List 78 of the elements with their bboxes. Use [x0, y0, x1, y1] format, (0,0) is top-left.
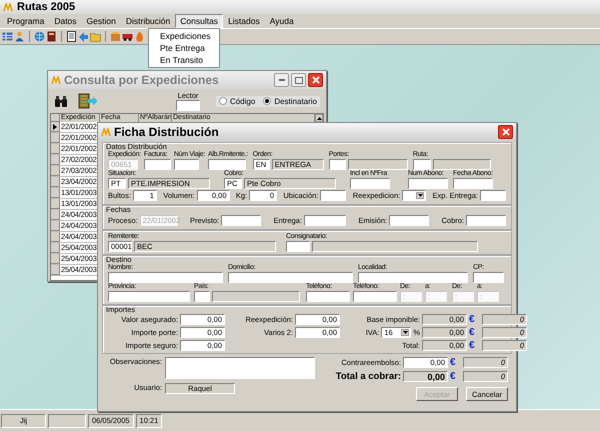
book-icon[interactable] — [46, 31, 57, 42]
maximize-icon — [294, 76, 302, 84]
input-field[interactable] — [228, 272, 353, 283]
caret-icon — [402, 331, 408, 334]
window-title: Consulta por Expediciones — [64, 73, 219, 87]
currency-symbol: € — [469, 340, 476, 350]
code-field[interactable] — [286, 241, 310, 252]
close-icon — [312, 76, 320, 84]
input-field[interactable] — [108, 291, 190, 302]
radio-option[interactable]: Destinatario — [263, 96, 317, 106]
notes-field[interactable] — [165, 357, 315, 379]
menu-item[interactable]: Distribución — [120, 14, 176, 28]
menu-item[interactable]: Listados — [223, 14, 265, 28]
input-field[interactable] — [108, 272, 223, 283]
close-button[interactable] — [498, 125, 513, 139]
input-field[interactable] — [176, 100, 200, 111]
row-pointer-icon — [53, 124, 57, 130]
menu-item[interactable]: Consultas — [175, 14, 224, 28]
input-field[interactable] — [306, 291, 350, 302]
window-title: Rutas 2005 — [17, 1, 76, 13]
input-field[interactable] — [473, 272, 504, 283]
document-icon[interactable] — [66, 31, 77, 42]
radio-button[interactable] — [263, 97, 272, 105]
amount-field: 0,00 — [403, 371, 448, 382]
input-field[interactable] — [208, 159, 246, 170]
dropdown-button[interactable] — [416, 192, 424, 199]
menu-option[interactable]: Expediciones — [149, 30, 219, 42]
input-field[interactable] — [174, 159, 199, 170]
currency-symbol: € — [469, 328, 476, 338]
close-icon — [502, 128, 510, 136]
logo-icon — [3, 2, 13, 12]
globe-icon[interactable] — [34, 31, 45, 42]
minimize-icon — [278, 79, 284, 81]
description-field — [348, 159, 408, 170]
input-field[interactable] — [453, 178, 493, 189]
input-field[interactable] — [221, 215, 262, 226]
menu-option[interactable]: Pte Entrega — [149, 42, 219, 54]
menu-item[interactable]: Datos — [49, 14, 82, 28]
dropdown-button[interactable] — [401, 329, 410, 336]
row-selector[interactable] — [51, 122, 60, 132]
scroll-up-button[interactable] — [315, 114, 323, 122]
input-field[interactable] — [466, 215, 506, 226]
input-field[interactable] — [304, 215, 346, 226]
description-field — [432, 159, 491, 170]
radio-button[interactable] — [218, 97, 227, 105]
input-field[interactable] — [389, 215, 430, 226]
input-field[interactable] — [353, 291, 397, 302]
menu-item[interactable]: Gestion — [82, 14, 121, 28]
field-label: Total a cobrar: — [336, 372, 401, 381]
menu-item[interactable]: Programa — [2, 14, 50, 28]
caret-icon — [316, 116, 322, 120]
menu-option[interactable]: En Transito — [149, 54, 219, 66]
table-icon[interactable] — [2, 31, 13, 42]
code-field[interactable] — [194, 291, 210, 302]
input-field[interactable] — [320, 190, 346, 201]
input-field[interactable] — [480, 190, 506, 201]
currency-symbol: € — [469, 314, 476, 324]
input-field[interactable] — [350, 178, 390, 189]
caret-icon — [418, 194, 423, 197]
code-field[interactable] — [412, 159, 431, 170]
binoculars-icon[interactable] — [54, 94, 68, 108]
input-field[interactable] — [408, 178, 448, 189]
door-arrow-icon[interactable] — [78, 93, 98, 109]
input-field[interactable] — [144, 159, 171, 170]
menu-item[interactable]: Ayuda — [264, 14, 299, 28]
logo-icon — [51, 76, 61, 84]
window-title: Ficha Distribución — [114, 125, 219, 139]
status-panel — [48, 414, 86, 428]
folder-icon[interactable] — [90, 31, 101, 42]
car-icon[interactable] — [122, 31, 133, 42]
logo-icon — [101, 128, 111, 136]
currency-symbol: € — [450, 358, 457, 368]
person-icon[interactable] — [14, 31, 25, 42]
radio-option[interactable]: Código — [218, 96, 256, 106]
dropdown-field[interactable] — [402, 190, 426, 201]
code-field[interactable] — [328, 159, 346, 170]
input-field[interactable] — [358, 272, 468, 283]
currency-symbol: € — [450, 372, 457, 382]
